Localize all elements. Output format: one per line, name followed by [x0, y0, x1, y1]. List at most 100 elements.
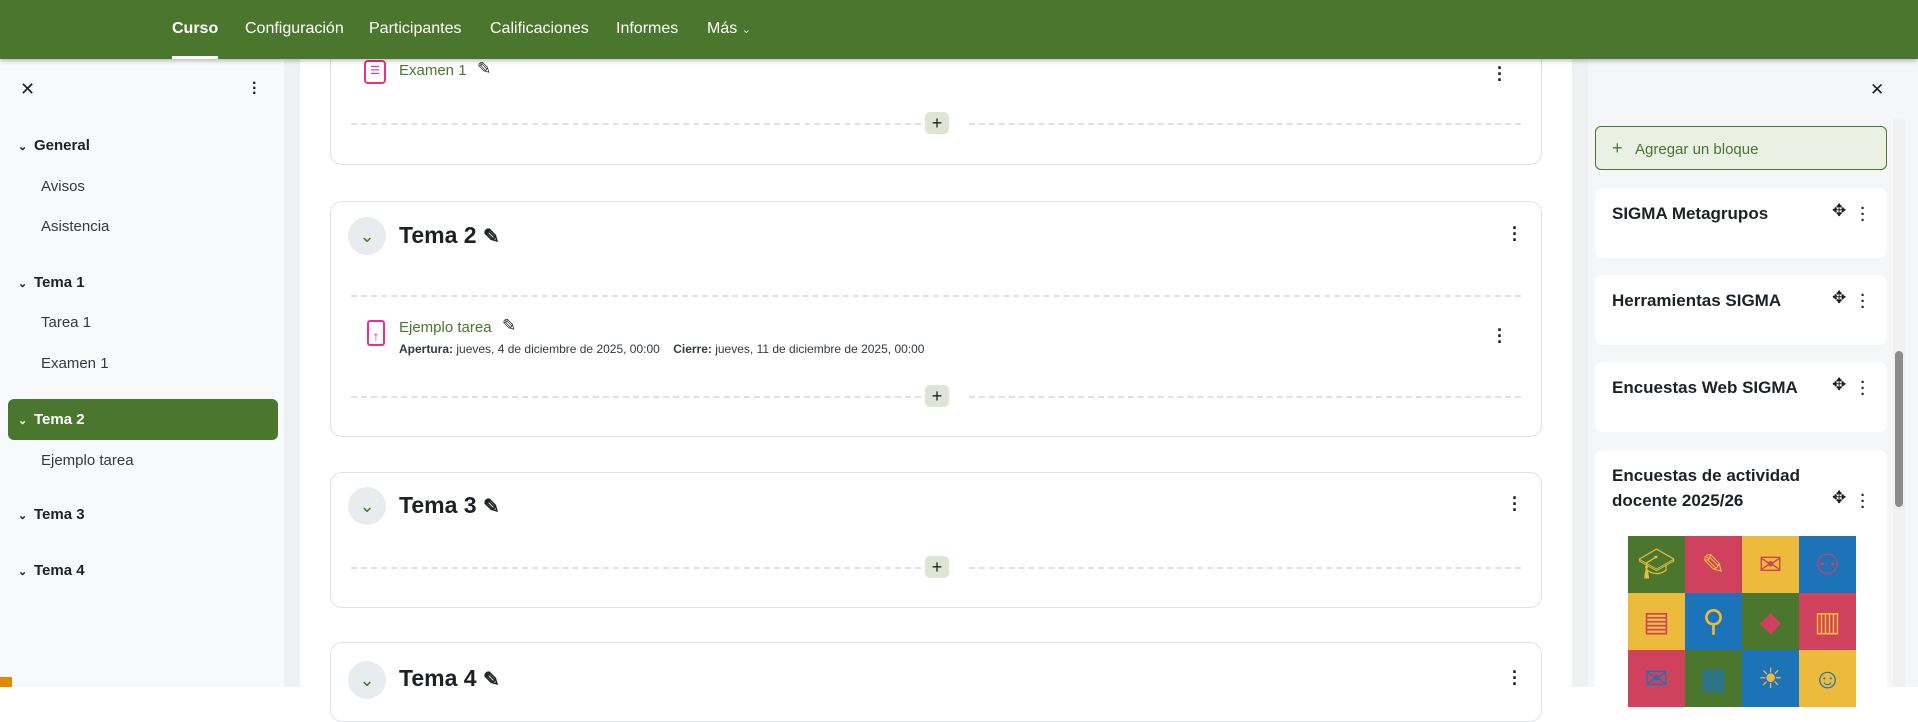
block-menu-icon[interactable]: · · · [1858, 288, 1868, 315]
section-label: Tema 2 [34, 411, 85, 428]
collapse-section-button[interactable]: ⌄ [348, 217, 386, 255]
divider [351, 396, 921, 398]
chevron-down-icon: ⌄ [18, 510, 28, 522]
nav-calificaciones[interactable]: Calificaciones [490, 0, 589, 59]
nav-curso[interactable]: Curso [172, 0, 219, 59]
nav-configuracion[interactable]: Configuración [245, 0, 344, 59]
edit-pencil-icon[interactable]: ✎ [483, 669, 500, 691]
collapse-section-button[interactable]: ⌄ [348, 487, 386, 525]
edit-pencil-icon[interactable]: ✎ [477, 59, 491, 79]
block-title: Encuestas Web SIGMA [1612, 378, 1798, 397]
close-date: jueves, 11 de diciembre de 2025, 00:00 [715, 342, 925, 356]
corner-marker [0, 677, 12, 687]
close-label: Cierre: [673, 342, 712, 356]
assignment-upload-icon: ↑ [367, 320, 385, 346]
section-title: Tema 4 ✎ [399, 665, 500, 692]
index-section-general[interactable]: ⌄ General [18, 137, 90, 154]
quiz-icon: ☰ [364, 60, 386, 84]
add-content-button[interactable]: + [925, 112, 949, 134]
add-block-label: Agregar un bloque [1635, 141, 1759, 158]
collapse-section-button[interactable]: ⌄ [348, 661, 386, 699]
chevron-down-icon: ⌄ [18, 141, 28, 153]
block-sigma-metagrupos: SIGMA Metagrupos ✥ · · · [1595, 188, 1887, 258]
nav-mas[interactable]: Más ⌄ [707, 0, 751, 59]
edit-pencil-icon[interactable]: ✎ [502, 316, 516, 336]
org-chart-icon: ⚇ [1799, 536, 1856, 593]
activity-link-examen-1[interactable]: Examen 1 [399, 62, 467, 79]
divider [969, 567, 1521, 569]
block-menu-icon[interactable]: · · · [1858, 488, 1868, 515]
nav-mas-label: Más [707, 20, 738, 37]
index-section-tema-3[interactable]: ⌄ Tema 3 [18, 506, 85, 523]
section-menu-icon[interactable]: · · · [1510, 489, 1520, 519]
magnifier-icon: ⚲ [1685, 593, 1742, 650]
block-title: Encuestas de actividad docente 2025/26 [1612, 466, 1801, 510]
nav-participantes[interactable]: Participantes [369, 0, 462, 59]
section-title-text: Tema 4 [399, 665, 477, 691]
lightbulb-icon: ☀ [1742, 650, 1799, 707]
top-navigation: Curso Configuración Participantes Califi… [0, 0, 1918, 59]
chevron-down-icon: ⌄ [741, 24, 751, 36]
scrollbar[interactable] [1893, 119, 1905, 687]
section-label: General [34, 137, 90, 154]
move-icon[interactable]: ✥ [1832, 488, 1846, 508]
block-menu-icon[interactable]: · · · [1858, 375, 1868, 402]
chevron-down-icon: ⌄ [18, 415, 28, 427]
index-item-examen-1[interactable]: Examen 1 [41, 355, 109, 372]
nav-informes[interactable]: Informes [616, 0, 678, 59]
gutter [284, 59, 300, 687]
survey-illustration[interactable]: 🎓︎ ✎ ✉ ⚇ ▤ ⚲ ◆ ▥ ✉ ▦ ☀ ☺ [1628, 536, 1856, 707]
add-content-button[interactable]: + [925, 556, 949, 578]
edit-pencil-icon[interactable]: ✎ [483, 496, 500, 518]
move-icon[interactable]: ✥ [1832, 375, 1846, 395]
index-item-tarea-1[interactable]: Tarea 1 [41, 314, 91, 331]
move-icon[interactable]: ✥ [1832, 201, 1846, 221]
close-block-drawer-icon[interactable]: ✕ [1870, 80, 1884, 100]
activity-menu-icon[interactable]: · · · [1495, 59, 1505, 89]
scrollbar-thumb[interactable] [1895, 351, 1903, 507]
activity-dates: Apertura: jueves, 4 de diciembre de 2025… [399, 342, 924, 356]
block-encuestas-web-sigma: Encuestas Web SIGMA ✥ · · · [1595, 362, 1887, 432]
divider [351, 295, 1521, 297]
section-card-tema-3: ⌄ Tema 3 ✎ · · · + [330, 472, 1542, 608]
activity-link-ejemplo-tarea[interactable]: Ejemplo tarea [399, 319, 492, 336]
mouse-icon: ✎ [1685, 536, 1742, 593]
section-title: Tema 3 ✎ [399, 492, 500, 519]
move-icon[interactable]: ✥ [1832, 288, 1846, 308]
diploma-icon: ✉ [1742, 536, 1799, 593]
open-date: jueves, 4 de diciembre de 2025, 00:00 [456, 342, 660, 356]
close-drawer-icon[interactable]: ✕ [20, 79, 35, 100]
index-section-tema-2[interactable]: ⌄ Tema 2 [8, 399, 278, 440]
layers-icon: ◆ [1742, 593, 1799, 650]
add-content-button[interactable]: + [925, 385, 949, 407]
add-block-button[interactable]: + Agregar un bloque [1595, 126, 1887, 170]
activity-menu-icon[interactable]: · · · [1495, 321, 1505, 351]
chevron-down-icon: ⌄ [18, 566, 28, 578]
plus-icon: + [1612, 138, 1623, 158]
index-section-tema-4[interactable]: ⌄ Tema 4 [18, 562, 85, 579]
block-menu-icon[interactable]: · · · [1858, 201, 1868, 228]
section-title-text: Tema 3 [399, 492, 477, 518]
divider [969, 123, 1521, 125]
section-menu-icon[interactable]: · · · [1510, 219, 1520, 249]
block-title: Herramientas SIGMA [1612, 291, 1782, 310]
drawer-menu-icon[interactable]: · · · [252, 76, 257, 102]
section-title-text: Tema 2 [399, 222, 477, 248]
divider [351, 567, 921, 569]
index-item-ejemplo-tarea[interactable]: Ejemplo tarea [41, 452, 134, 469]
section-title: Tema 2 ✎ [399, 222, 500, 249]
index-item-avisos[interactable]: Avisos [41, 178, 85, 195]
envelope-icon: ✉ [1628, 650, 1685, 707]
graduation-cap-icon: 🎓︎ [1628, 536, 1685, 593]
section-label: Tema 4 [34, 562, 85, 579]
divider [969, 396, 1521, 398]
section-menu-icon[interactable]: · · · [1510, 663, 1520, 693]
index-item-asistencia[interactable]: Asistencia [41, 218, 109, 235]
section-card-tema-4: ⌄ Tema 4 ✎ · · · [330, 642, 1542, 722]
block-title: SIGMA Metagrupos [1612, 204, 1769, 223]
bar-chart-icon: ▥ [1799, 593, 1856, 650]
section-label: Tema 1 [34, 274, 85, 291]
student-icon: ☺ [1799, 650, 1856, 707]
index-section-tema-1[interactable]: ⌄ Tema 1 [18, 274, 85, 291]
edit-pencil-icon[interactable]: ✎ [483, 226, 500, 248]
